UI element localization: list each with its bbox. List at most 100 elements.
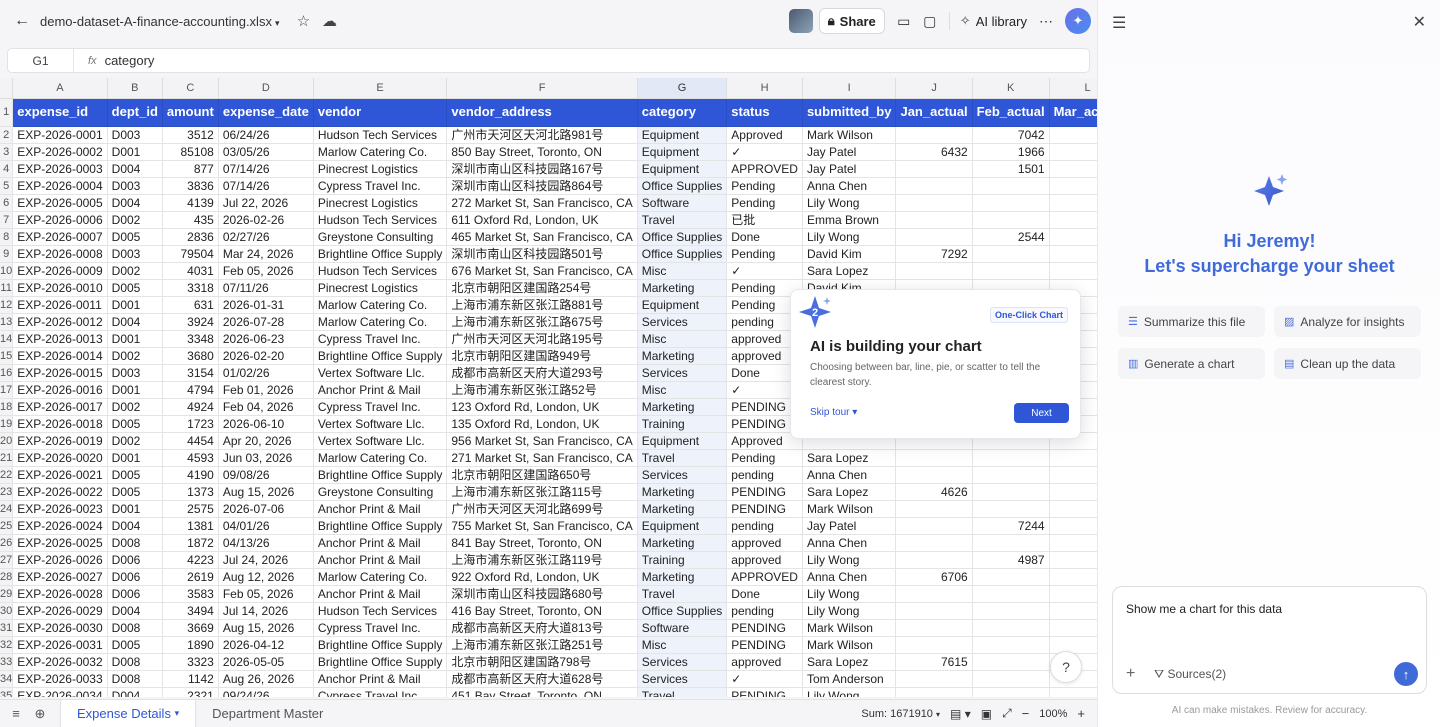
header-cell[interactable]: vendor_address	[446, 98, 638, 127]
table-cell[interactable]	[972, 568, 1050, 586]
table-cell[interactable]: 7244	[972, 517, 1050, 535]
table-cell[interactable]: pending	[726, 517, 803, 535]
row-number[interactable]: 18	[0, 398, 14, 416]
table-cell[interactable]: Marketing	[637, 279, 728, 297]
table-cell[interactable]: Marlow Catering Co.	[313, 313, 448, 331]
table-cell[interactable]: EXP-2026-0031	[12, 636, 108, 654]
table-cell[interactable]: 2026-01-31	[218, 296, 314, 314]
table-cell[interactable]: Services	[637, 466, 728, 484]
table-cell[interactable]: 2321	[162, 687, 219, 697]
row-number[interactable]: 15	[0, 347, 14, 365]
header-cell[interactable]: category	[637, 98, 728, 127]
row-number[interactable]: 13	[0, 313, 14, 331]
table-cell[interactable]: 4454	[162, 432, 219, 450]
column-header[interactable]: K	[972, 78, 1050, 99]
table-cell[interactable]: D002	[107, 211, 163, 229]
row-number[interactable]: 3	[0, 143, 14, 161]
row-number[interactable]: 30	[0, 602, 14, 620]
file-name-dropdown[interactable]: demo-dataset-A-finance-accounting.xlsx ▾	[40, 14, 279, 29]
column-header[interactable]: G	[637, 78, 728, 99]
table-cell[interactable]: Equipment	[637, 296, 728, 314]
table-cell[interactable]: Mar 24, 2026	[218, 245, 314, 263]
header-cell[interactable]: expense_date	[218, 98, 314, 127]
table-cell[interactable]: 3318	[162, 279, 219, 297]
table-cell[interactable]: D002	[107, 262, 163, 280]
table-cell[interactable]: Vertex Software Llc.	[313, 364, 448, 382]
table-cell[interactable]: EXP-2026-0015	[12, 364, 108, 382]
table-cell[interactable]: D005	[107, 636, 163, 654]
table-cell[interactable]: D001	[107, 296, 163, 314]
table-cell[interactable]: D008	[107, 619, 163, 637]
table-cell[interactable]: 135 Oxford Rd, London, UK	[446, 415, 638, 433]
row-number[interactable]: 21	[0, 449, 14, 467]
header-cell[interactable]: Jan_actual	[895, 98, 973, 127]
table-cell[interactable]	[895, 211, 973, 229]
table-cell[interactable]: EXP-2026-0020	[12, 449, 108, 467]
row-number[interactable]: 19	[0, 415, 14, 433]
table-cell[interactable]: Pinecrest Logistics	[313, 279, 448, 297]
table-cell[interactable]	[1049, 568, 1097, 586]
table-cell[interactable]	[895, 534, 973, 552]
table-cell[interactable]: D005	[107, 279, 163, 297]
table-cell[interactable]: 32	[1049, 517, 1097, 535]
table-cell[interactable]: D004	[107, 313, 163, 331]
table-cell[interactable]: 271 Market St, San Francisco, CA	[446, 449, 638, 467]
table-cell[interactable]	[972, 466, 1050, 484]
table-cell[interactable]	[1049, 551, 1097, 569]
table-cell[interactable]: EXP-2026-0003	[12, 160, 108, 178]
table-cell[interactable]	[895, 177, 973, 195]
table-cell[interactable]: EXP-2026-0004	[12, 177, 108, 195]
table-cell[interactable]	[1049, 245, 1097, 263]
table-cell[interactable]	[1049, 466, 1097, 484]
table-cell[interactable]: Brightline Office Supply	[313, 245, 448, 263]
table-cell[interactable]: 成都市高新区天府大道293号	[446, 364, 638, 382]
table-cell[interactable]: PENDING	[726, 483, 803, 501]
table-cell[interactable]: 4593	[162, 449, 219, 467]
table-cell[interactable]: David Kim	[802, 245, 897, 263]
table-cell[interactable]: 4794	[162, 381, 219, 399]
table-cell[interactable]: 6706	[895, 568, 973, 586]
table-cell[interactable]: 北京市朝阳区建国路798号	[446, 653, 638, 671]
table-cell[interactable]: Marketing	[637, 347, 728, 365]
table-cell[interactable]: 2544	[972, 228, 1050, 246]
table-cell[interactable]: Feb 04, 2026	[218, 398, 314, 416]
table-cell[interactable]: Marlow Catering Co.	[313, 568, 448, 586]
table-cell[interactable]: 2026-05-05	[218, 653, 314, 671]
table-cell[interactable]: EXP-2026-0026	[12, 551, 108, 569]
table-cell[interactable]: Equipment	[637, 126, 728, 144]
table-cell[interactable]: 1872	[162, 534, 219, 552]
table-cell[interactable]: EXP-2026-0024	[12, 517, 108, 535]
table-cell[interactable]	[1049, 143, 1097, 161]
table-cell[interactable]	[972, 483, 1050, 501]
table-cell[interactable]: Pinecrest Logistics	[313, 194, 448, 212]
table-cell[interactable]: 755 Market St, San Francisco, CA	[446, 517, 638, 535]
corner-cell[interactable]	[0, 78, 14, 99]
table-cell[interactable]: PENDING	[726, 687, 803, 697]
table-cell[interactable]: EXP-2026-0030	[12, 619, 108, 637]
skip-tour-button[interactable]: Skip tour ▾	[810, 407, 857, 418]
table-cell[interactable]: D003	[107, 245, 163, 263]
table-cell[interactable]: 4626	[895, 483, 973, 501]
fullscreen-icon[interactable]: ⤢	[1002, 706, 1012, 721]
table-cell[interactable]: Office Supplies	[637, 602, 728, 620]
table-cell[interactable]: Services	[637, 313, 728, 331]
table-cell[interactable]: 已批	[726, 211, 803, 229]
table-cell[interactable]: 09/24/26	[218, 687, 314, 697]
table-cell[interactable]: Equipment	[637, 517, 728, 535]
table-cell[interactable]: Anchor Print & Mail	[313, 670, 448, 688]
table-cell[interactable]: Jul 22, 2026	[218, 194, 314, 212]
generate-chart-button[interactable]: ▥ Generate a chart	[1118, 348, 1265, 379]
table-cell[interactable]: D006	[107, 568, 163, 586]
table-cell[interactable]: 深圳市南山区科技园路864号	[446, 177, 638, 195]
header-cell[interactable]: dept_id	[107, 98, 163, 127]
help-button[interactable]: ?	[1050, 651, 1082, 683]
table-cell[interactable]: Office Supplies	[637, 245, 728, 263]
table-cell[interactable]	[1049, 636, 1097, 654]
table-cell[interactable]: Brightline Office Supply	[313, 653, 448, 671]
table-cell[interactable]	[972, 653, 1050, 671]
ai-assistant-button[interactable]: ✦	[1065, 8, 1091, 34]
table-cell[interactable]: Done	[726, 228, 803, 246]
table-cell[interactable]: Pending	[726, 177, 803, 195]
table-cell[interactable]: 2026-07-06	[218, 500, 314, 518]
table-cell[interactable]: Brightline Office Supply	[313, 466, 448, 484]
